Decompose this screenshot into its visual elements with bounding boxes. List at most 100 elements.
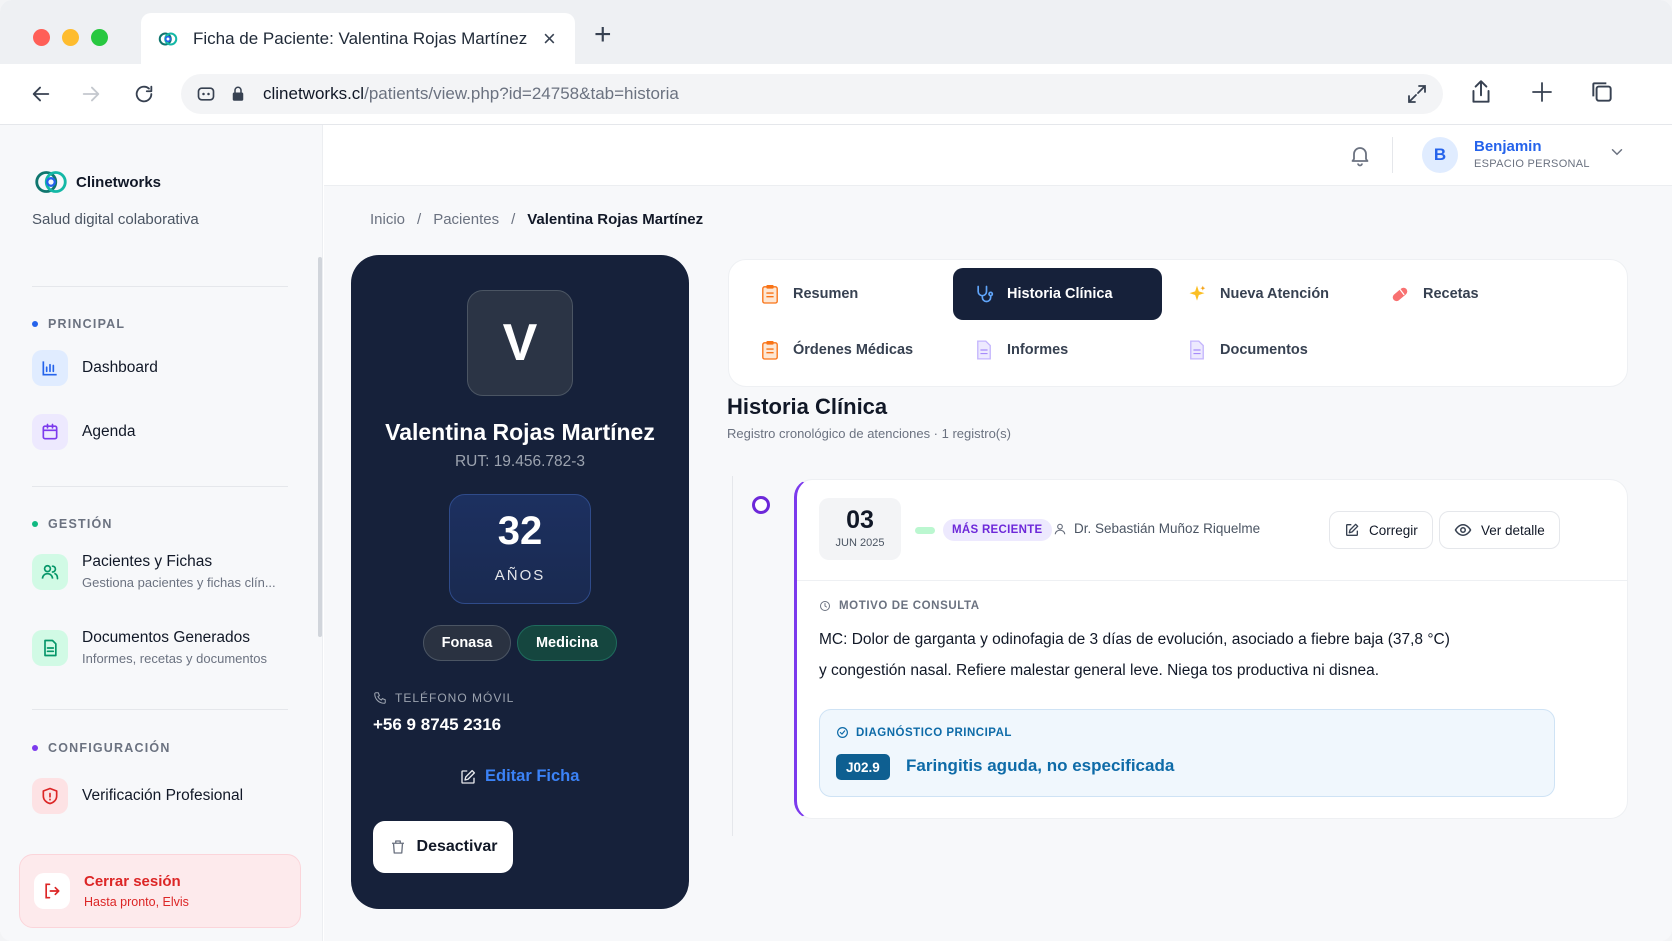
- diagnosis-label: DIAGNÓSTICO PRINCIPAL: [836, 726, 1012, 739]
- add-icon[interactable]: [1530, 80, 1554, 104]
- sidebar-item-label: Documentos Generados: [82, 629, 251, 646]
- close-window-button[interactable]: [33, 29, 50, 46]
- clinetworks-logo-icon: [158, 31, 178, 46]
- edit-record-link[interactable]: Editar Ficha: [459, 767, 579, 786]
- clinetworks-logo-icon: [35, 171, 67, 193]
- reason-line: MC: Dolor de garganta y odinofagia de 3 …: [819, 631, 1450, 648]
- tab-informes[interactable]: Informes: [953, 324, 1162, 376]
- sidebar-item-label: Dashboard: [82, 359, 158, 376]
- top-header: B Benjamin ESPACIO PERSONAL: [324, 125, 1672, 186]
- back-arrow-icon[interactable]: [30, 83, 52, 105]
- expand-icon[interactable]: [1405, 82, 1429, 106]
- logout-subtitle: Hasta pronto, Elvis: [84, 895, 189, 909]
- deactivate-button[interactable]: Desactivar: [373, 821, 513, 873]
- edit-icon: [1346, 523, 1359, 536]
- sidebar-item-pacientes[interactable]: Pacientes y Fichas Gestiona pacientes y …: [32, 553, 276, 590]
- brand-tagline: Salud digital colaborativa: [32, 211, 199, 228]
- browser-tab-active[interactable]: Ficha de Paciente: Valentina Rojas Martí…: [141, 13, 575, 64]
- phone-value: +56 9 8745 2316: [373, 715, 502, 734]
- view-detail-button[interactable]: Ver detalle: [1439, 511, 1560, 549]
- share-icon[interactable]: [1468, 78, 1494, 106]
- user-workspace: ESPACIO PERSONAL: [1474, 158, 1590, 170]
- shield-icon: [32, 778, 68, 814]
- document-icon: [1186, 339, 1208, 361]
- chart-icon: [32, 350, 68, 386]
- logout-title: Cerrar sesión: [84, 873, 181, 890]
- patient-name: Valentina Rojas Martínez: [385, 419, 655, 445]
- tab-bar: Ficha de Paciente: Valentina Rojas Martí…: [0, 0, 1672, 64]
- phone-icon: [374, 692, 386, 704]
- brand[interactable]: Clinetworks: [32, 163, 161, 201]
- bell-icon[interactable]: [1348, 143, 1372, 167]
- section-label-configuracion: CONFIGURACIÓN: [32, 741, 171, 755]
- site-settings-icon[interactable]: [195, 83, 217, 105]
- user-avatar[interactable]: B: [1422, 137, 1458, 173]
- logout-button[interactable]: Cerrar sesión Hasta pronto, Elvis: [19, 854, 301, 928]
- address-bar[interactable]: clinetworks.cl/patients/view.php?id=2475…: [181, 74, 1443, 114]
- tab-resumen[interactable]: Resumen: [739, 268, 949, 320]
- specialty-badge: Medicina: [517, 625, 617, 661]
- new-tab-button[interactable]: +: [594, 20, 612, 50]
- tabs-overview-icon[interactable]: [1589, 79, 1615, 105]
- forward-arrow-icon[interactable]: [80, 83, 102, 105]
- reason-line: y congestión nasal. Refiere malestar gen…: [819, 662, 1380, 679]
- reload-icon[interactable]: [133, 83, 155, 105]
- entry-day: 03: [846, 506, 874, 534]
- maximize-window-button[interactable]: [91, 29, 108, 46]
- lock-icon: [227, 83, 249, 105]
- brand-name: Clinetworks: [76, 173, 162, 191]
- correct-button[interactable]: Corregir: [1329, 511, 1433, 549]
- entry-doctor: Dr. Sebastián Muñoz Riquelme: [1053, 521, 1260, 536]
- divider: [32, 486, 288, 487]
- timeline-dot: [752, 496, 770, 514]
- trash-icon: [391, 840, 404, 854]
- sidebar-item-agenda[interactable]: Agenda: [32, 414, 135, 450]
- browser-window: Ficha de Paciente: Valentina Rojas Martí…: [0, 0, 1672, 941]
- phone-label: TELÉFONO MÓVIL: [373, 691, 514, 705]
- breadcrumb-current: Valentina Rojas Martínez: [527, 211, 704, 228]
- window-controls: [33, 29, 108, 46]
- tab-documentos[interactable]: Documentos: [1166, 324, 1376, 376]
- record-tabs: Resumen Historia Clínica Nueva Atención …: [728, 259, 1628, 387]
- tab-title: Ficha de Paciente: Valentina Rojas Martí…: [193, 28, 528, 48]
- diagnosis-code: J02.9: [836, 754, 890, 780]
- eye-icon: [1454, 523, 1472, 537]
- tab-ordenes-medicas[interactable]: Órdenes Médicas: [739, 324, 949, 376]
- tab-historia-clinica[interactable]: Historia Clínica: [953, 268, 1162, 320]
- header-divider: [1392, 137, 1393, 173]
- clinical-entry: 03 JUN 2025 MÁS RECIENTE Dr. Sebastián M…: [794, 479, 1628, 819]
- sidebar-item-verificacion[interactable]: Verificación Profesional: [32, 778, 243, 814]
- section-label-gestion: GESTIÓN: [32, 517, 113, 531]
- insurance-badge: Fonasa: [423, 625, 511, 661]
- user-name[interactable]: Benjamin: [1474, 138, 1542, 155]
- reason-label: MOTIVO DE CONSULTA: [819, 600, 980, 612]
- chevron-down-icon[interactable]: [1608, 143, 1626, 161]
- sidebar-scrollbar[interactable]: [318, 257, 322, 637]
- clipboard-icon: [759, 283, 781, 305]
- entry-month: JUN 2025: [835, 537, 885, 549]
- tab-nueva-atencion[interactable]: Nueva Atención: [1166, 268, 1376, 320]
- status-badge: MÁS RECIENTE: [943, 519, 1052, 541]
- clock-icon: [820, 601, 830, 611]
- stethoscope-icon: [973, 283, 995, 305]
- section-title: Historia Clínica: [727, 394, 888, 419]
- patient-age: 32: [497, 509, 543, 553]
- sidebar-item-documentos[interactable]: Documentos Generados Informes, recetas y…: [32, 629, 267, 666]
- clipboard-icon: [759, 339, 781, 361]
- entry-date: 03 JUN 2025: [819, 498, 901, 560]
- breadcrumb-separator: /: [417, 211, 422, 228]
- section-subtitle: Registro cronológico de atenciones · 1 r…: [727, 426, 1011, 441]
- minimize-window-button[interactable]: [62, 29, 79, 46]
- tab-recetas[interactable]: Recetas: [1369, 268, 1579, 320]
- close-tab-icon[interactable]: ×: [543, 27, 556, 50]
- diagnosis-box: DIAGNÓSTICO PRINCIPAL J02.9 Faringitis a…: [819, 709, 1555, 797]
- user-icon: [1054, 523, 1066, 534]
- breadcrumb-home[interactable]: Inicio: [370, 211, 405, 228]
- sidebar-item-label: Agenda: [82, 423, 136, 440]
- breadcrumb-patients[interactable]: Pacientes: [433, 211, 499, 228]
- sidebar-item-dashboard[interactable]: Dashboard: [32, 350, 158, 386]
- patient-age-label: AÑOS: [494, 567, 546, 584]
- section-label-principal: PRINCIPAL: [32, 317, 125, 331]
- url-text: clinetworks.cl/patients/view.php?id=2475…: [263, 84, 679, 103]
- reason-text: MC: Dolor de garganta y odinofagia de 3 …: [819, 624, 1579, 686]
